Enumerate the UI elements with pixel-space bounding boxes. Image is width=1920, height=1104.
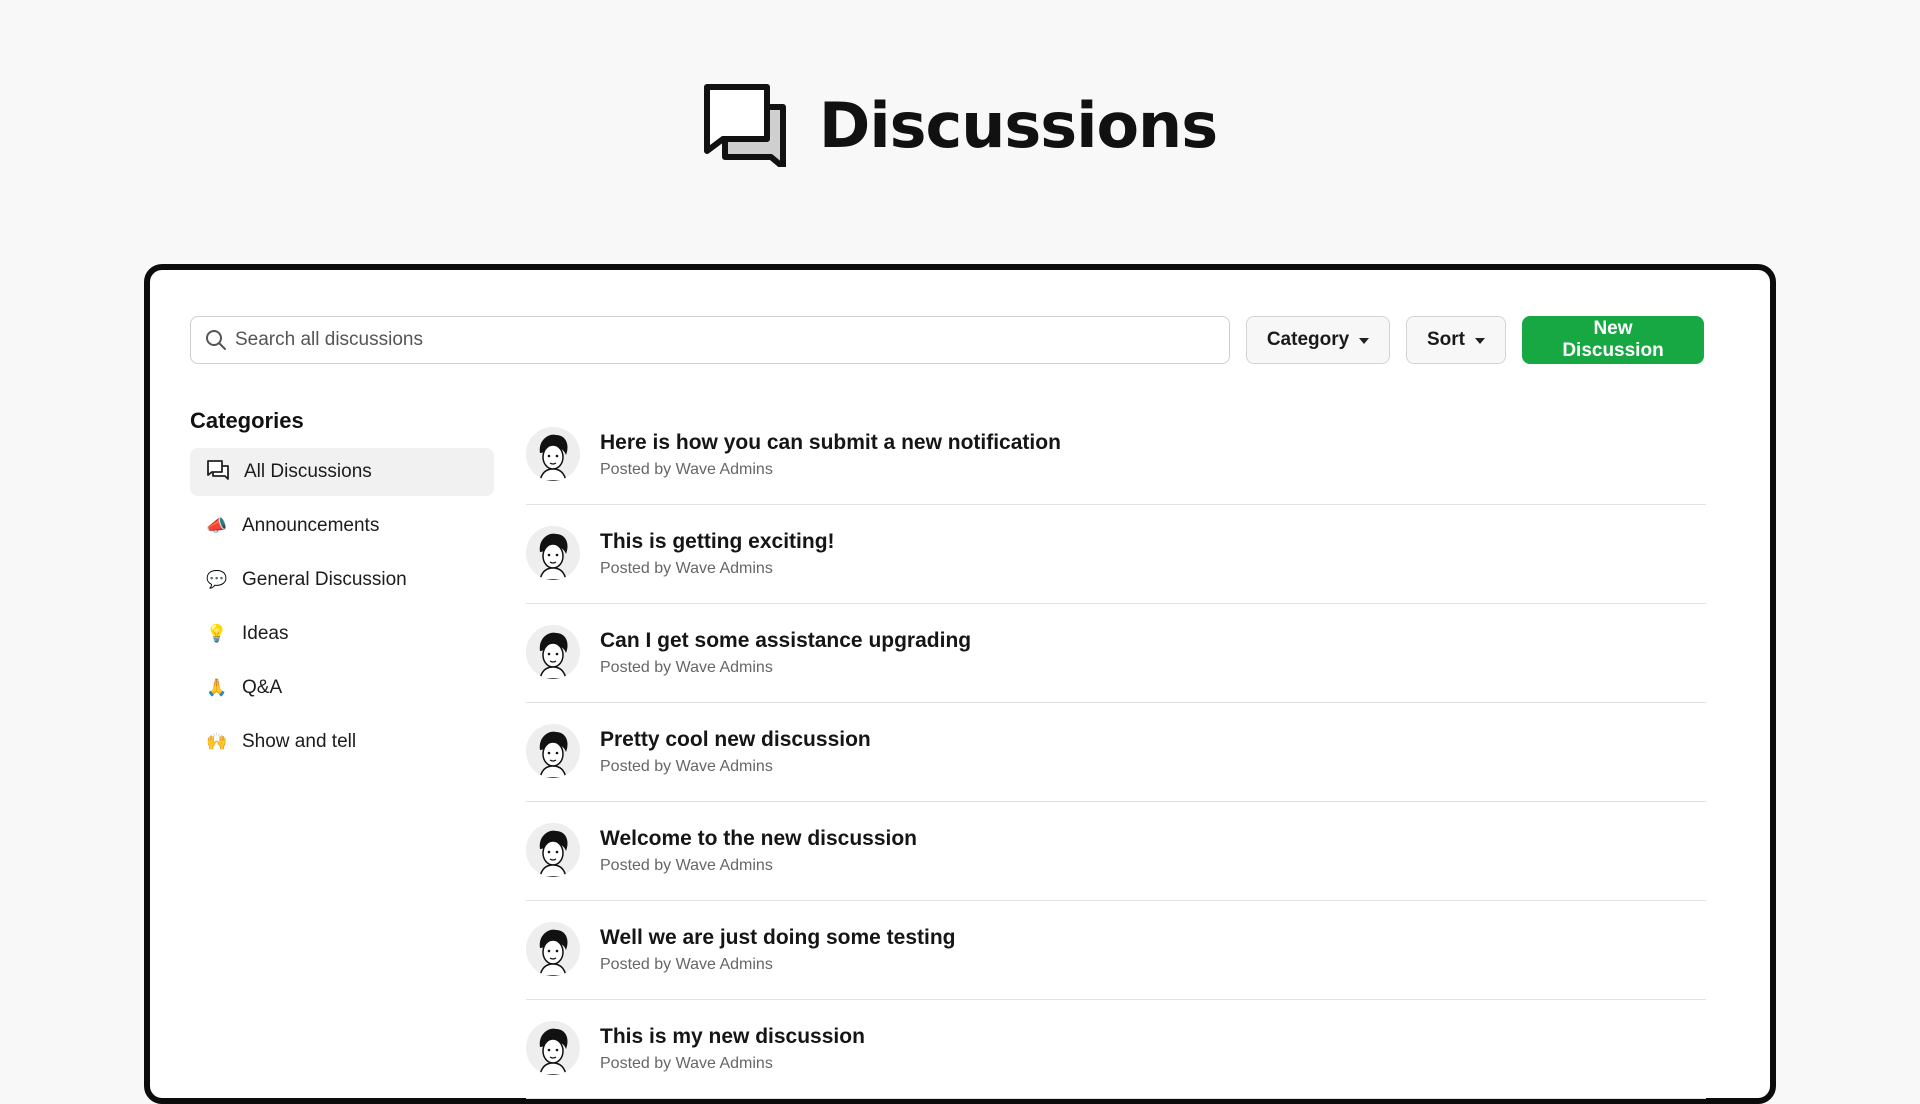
row-text: This is getting exciting! Posted by Wave… [600,530,835,578]
discussion-row[interactable]: Here is how you can submit a new notific… [526,406,1706,505]
category-all-discussions[interactable]: All Discussions [190,448,494,496]
avatar [526,823,580,877]
category-label: All Discussions [244,461,372,482]
discussion-author: Posted by Wave Admins [600,857,773,874]
category-label: Show and tell [242,731,357,752]
category-ideas[interactable]: 💡 Ideas [190,610,494,658]
speech-bubble-icon: 💬 [206,570,228,590]
avatar [526,427,580,481]
new-discussion-button[interactable]: New Discussion [1522,316,1704,364]
discussion-author: Posted by Wave Admins [600,461,773,478]
discussion-row[interactable]: Can I get some assistance upgrading Post… [526,604,1706,703]
sort-label: Sort [1427,329,1465,350]
discussion-title[interactable]: Can I get some assistance upgrading [600,629,971,653]
category-label: Announcements [242,515,380,536]
praying-hands-icon: 🙏 [206,678,228,698]
category-dropdown-button[interactable]: Category [1246,316,1390,364]
category-general-discussion[interactable]: 💬 General Discussion [190,556,494,604]
raised-hands-icon: 🙌 [206,732,228,752]
page-title: Discussions [818,88,1218,162]
avatar [526,1021,580,1075]
discussion-row[interactable]: This is getting exciting! Posted by Wave… [526,505,1706,604]
row-text: Well we are just doing some testing Post… [600,926,956,974]
avatar [526,526,580,580]
new-discussion-label: New Discussion [1562,318,1664,361]
category-label: General Discussion [242,569,407,590]
discussion-title[interactable]: Well we are just doing some testing [600,926,956,950]
discussion-author: Posted by Wave Admins [600,659,773,676]
discussion-title[interactable]: Welcome to the new discussion [600,827,917,851]
discussion-author: Posted by Wave Admins [600,1055,773,1072]
avatar [526,922,580,976]
category-label: Ideas [242,623,289,644]
caret-down-icon [1359,338,1370,344]
discussion-title[interactable]: This is my new discussion [600,1025,865,1049]
megaphone-icon: 📣 [206,516,228,536]
row-text: Welcome to the new discussion Posted by … [600,827,917,875]
avatar [526,625,580,679]
sort-dropdown-button[interactable]: Sort [1406,316,1506,364]
avatar [526,724,580,778]
discussion-row[interactable]: Pretty cool new discussion Posted by Wav… [526,703,1706,802]
discussion-author: Posted by Wave Admins [600,560,773,577]
discussion-list: Here is how you can submit a new notific… [526,406,1706,1099]
row-text: Pretty cool new discussion Posted by Wav… [600,728,871,776]
category-announcements[interactable]: 📣 Announcements [190,502,494,550]
discussion-row[interactable]: Welcome to the new discussion Posted by … [526,802,1706,901]
lightbulb-icon: 💡 [206,624,228,644]
search-icon [205,329,227,356]
category-show-and-tell[interactable]: 🙌 Show and tell [190,718,494,766]
discussion-row[interactable]: Well we are just doing some testing Post… [526,901,1706,1000]
discussions-card: Category Sort New Discussion Categories … [144,264,1776,1104]
chat-bubbles-icon [703,83,791,167]
toolbar: Category Sort New Discussion [190,316,1704,364]
page-header: Discussions [0,0,1920,220]
discussion-author: Posted by Wave Admins [600,956,773,973]
header-inner: Discussions [703,83,1218,167]
discussion-row[interactable]: This is my new discussion Posted by Wave… [526,1000,1706,1099]
discussion-title[interactable]: This is getting exciting! [600,530,835,554]
categories-heading: Categories [190,408,304,433]
category-label: Category [1266,329,1350,350]
category-label: Q&A [242,677,283,698]
row-text: Can I get some assistance upgrading Post… [600,629,971,677]
caret-down-icon [1475,338,1485,344]
discussion-title[interactable]: Here is how you can submit a new notific… [600,431,1061,455]
chat-icon [206,459,230,486]
categories-sidebar: Categories All Discussions 📣 Announcemen… [190,406,494,772]
row-text: This is my new discussion Posted by Wave… [600,1025,865,1073]
category-qa[interactable]: 🙏 Q&A [190,664,494,712]
search-input[interactable] [191,317,1229,363]
search-box[interactable] [190,316,1230,364]
discussion-author: Posted by Wave Admins [600,758,773,775]
row-text: Here is how you can submit a new notific… [600,431,1061,479]
discussion-title[interactable]: Pretty cool new discussion [600,728,871,752]
